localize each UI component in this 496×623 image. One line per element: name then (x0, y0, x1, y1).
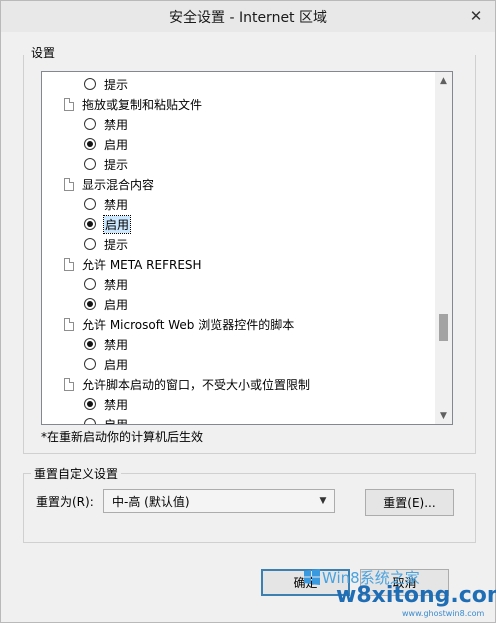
radio-option[interactable]: 启用 (42, 414, 434, 424)
document-icon (64, 317, 74, 331)
reset-group-label: 重置自定义设置 (31, 465, 122, 482)
radio-option[interactable]: 禁用 (42, 394, 434, 414)
cancel-button[interactable]: 取消 (360, 569, 449, 596)
scroll-up-icon[interactable]: ▲ (435, 72, 452, 89)
radio-checked-icon[interactable] (84, 138, 96, 150)
row-label: 拖放或复制和粘贴文件 (82, 97, 203, 112)
row-label: 允许脚本启动的窗口，不受大小或位置限制 (82, 377, 311, 392)
radio-option[interactable]: 启用 (42, 294, 434, 314)
radio-option[interactable]: 提示 (42, 74, 434, 94)
vertical-scrollbar[interactable]: ▲ ▼ (435, 72, 452, 424)
document-icon (64, 177, 74, 191)
radio-unchecked-icon[interactable] (84, 238, 96, 250)
row-label: 启用 (104, 297, 129, 312)
row-label: 启用 (104, 137, 129, 152)
radio-unchecked-icon[interactable] (84, 278, 96, 290)
scroll-down-icon[interactable]: ▼ (435, 407, 452, 424)
row-label: 显示混合内容 (82, 177, 155, 192)
security-level-select[interactable]: 中-高 (默认值) ▼ (103, 489, 335, 513)
document-icon (64, 97, 74, 111)
row-label: 启用 (104, 357, 129, 372)
row-label: 启用 (102, 214, 132, 234)
row-label: 提示 (104, 157, 129, 172)
row-label: 禁用 (104, 117, 129, 132)
settings-list-content: 提示 拖放或复制和粘贴文件 禁用 启用 提示 显示混合内容 禁用 启用 提示 允许 META RE… (42, 72, 434, 424)
settings-category: 允许 Microsoft Web 浏览器控件的脚本 (42, 314, 434, 334)
document-icon (64, 377, 74, 391)
title-bar: 安全设置 - Internet 区域 ✕ (1, 1, 495, 32)
close-icon[interactable]: ✕ (465, 7, 487, 25)
restart-note: *在重新启动你的计算机后生效 (41, 430, 204, 444)
radio-option[interactable]: 启用 (42, 214, 434, 234)
row-label: 禁用 (104, 337, 129, 352)
window-title: 安全设置 - Internet 区域 (169, 10, 327, 26)
row-label: 启用 (104, 416, 128, 425)
row-label: 禁用 (104, 397, 129, 412)
settings-category: 显示混合内容 (42, 174, 434, 194)
radio-unchecked-icon[interactable] (84, 358, 96, 370)
scroll-thumb[interactable] (439, 314, 448, 341)
settings-list[interactable]: 提示 拖放或复制和粘贴文件 禁用 启用 提示 显示混合内容 禁用 启用 提示 允许 META RE… (41, 71, 453, 425)
radio-checked-icon[interactable] (84, 218, 96, 230)
radio-option[interactable]: 提示 (42, 154, 434, 174)
row-label: 允许 META REFRESH (82, 257, 202, 272)
settings-category: 允许脚本启动的窗口，不受大小或位置限制 (42, 374, 434, 394)
radio-option[interactable]: 启用 (42, 354, 434, 374)
radio-option[interactable]: 启用 (42, 134, 434, 154)
row-label: 允许 Microsoft Web 浏览器控件的脚本 (82, 317, 295, 332)
settings-category: 允许 META REFRESH (42, 254, 434, 274)
security-level-value: 中-高 (默认值) (112, 494, 190, 509)
ok-button[interactable]: 确定 (261, 569, 350, 596)
radio-checked-icon[interactable] (84, 298, 96, 310)
radio-option[interactable]: 禁用 (42, 274, 434, 294)
reset-to-label: 重置为(R): (36, 495, 94, 509)
settings-category: 拖放或复制和粘贴文件 (42, 94, 434, 114)
radio-unchecked-icon[interactable] (84, 418, 96, 424)
radio-option[interactable]: 禁用 (42, 194, 434, 214)
row-label: 禁用 (104, 277, 129, 292)
radio-checked-icon[interactable] (84, 338, 96, 350)
radio-unchecked-icon[interactable] (84, 78, 96, 90)
radio-checked-icon[interactable] (84, 398, 96, 410)
row-label: 禁用 (104, 197, 129, 212)
row-label: 提示 (104, 77, 129, 92)
radio-unchecked-icon[interactable] (84, 118, 96, 130)
radio-unchecked-icon[interactable] (84, 158, 96, 170)
row-label: 提示 (104, 237, 129, 252)
radio-unchecked-icon[interactable] (84, 198, 96, 210)
reset-button[interactable]: 重置(E)... (365, 489, 454, 516)
radio-option[interactable]: 禁用 (42, 334, 434, 354)
radio-option[interactable]: 禁用 (42, 114, 434, 134)
document-icon (64, 257, 74, 271)
radio-option[interactable]: 提示 (42, 234, 434, 254)
chevron-down-icon: ▼ (319, 496, 327, 506)
